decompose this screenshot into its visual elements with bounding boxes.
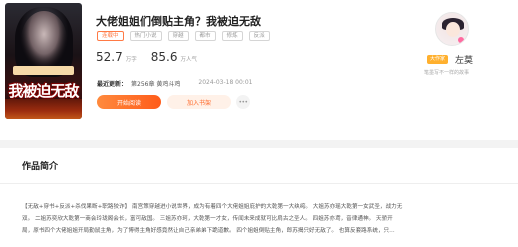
author-level-badge: 大作家 [427,55,449,64]
tag[interactable]: 热门小说 [129,31,162,41]
avatar-face [446,22,460,37]
update-label: 最近更新： [97,81,128,88]
author-panel: 大作家 左莫 笔墨写不一样的故事 [415,10,505,76]
intro-line: 双。 二姐苏奕欣大乾第一商会玲珑阁会长，富可敌国。 三姐苏亦珂，大乾第一才女，传… [22,216,393,223]
book-detail-page: 我被迫无敌 大佬姐姐们倒贴主角？我被迫无敌 连载中 热门小说 穿越 都市 修炼 … [0,0,518,247]
tag-status[interactable]: 连载中 [97,31,124,41]
add-to-shelf-button[interactable]: 加入书架 [167,95,231,109]
author-avatar[interactable] [435,12,469,46]
book-cover[interactable]: 我被迫无敌 [5,3,82,119]
word-count: 52.7 [96,50,123,64]
tag[interactable]: 穿越 [167,31,189,41]
cover-band [13,66,74,75]
book-title: 大佬姐姐们倒贴主角？我被迫无敌 [96,15,261,28]
intro-line: 局，原书四个大佬姐姐开局勤鼠主角，为了博得主角好感竟然让自己亲弟弟下跪道歉。 四… [22,228,395,235]
tag[interactable]: 修炼 [221,31,243,41]
start-reading-button[interactable]: 开始阅读 [97,95,161,109]
latest-update: 最近更新： 第256章 黄鸡斗鸡 2024-03-18 00:01 [97,79,252,88]
popularity-unit: 万人气 [180,57,197,63]
tag[interactable]: 反派 [248,31,270,41]
cover-fire [5,99,82,119]
tag[interactable]: 都市 [194,31,216,41]
intro-text: 【无敌+穿书+反派+杀伐果断+职路狡诈】 南宫策穿越进小说世界，成为有着四个大佬… [22,201,512,238]
intro-line: 【无敌+穿书+反派+杀伐果断+职路狡诈】 南宫策穿越进小说世界，成为有着四个大佬… [22,204,403,210]
intro-heading: 作品简介 [22,162,59,172]
avatar-accent [458,37,464,43]
more-options-icon[interactable]: ••• [236,95,250,109]
book-info-card: 我被迫无敌 大佬姐姐们倒贴主角？我被迫无敌 连载中 热门小说 穿越 都市 修炼 … [0,0,518,140]
book-stats: 52.7 万字 85.6 万人气 [96,50,211,64]
intro-section: 作品简介 【无敌+穿书+反派+杀伐果断+职路狡诈】 南宫策穿越进小说世界，成为有… [0,148,518,247]
author-signature: 笔墨写不一样的故事 [424,70,470,76]
update-time: 2024-03-18 00:01 [198,79,253,86]
author-name[interactable]: 左莫 [455,53,473,66]
popularity: 85.6 [150,50,178,64]
word-count-unit: 万字 [125,57,137,63]
intro-divider [0,183,518,184]
tag-list: 连载中 热门小说 穿越 都市 修炼 反派 [97,31,270,41]
latest-chapter-link[interactable]: 第256章 黄鸡斗鸡 [131,79,180,88]
